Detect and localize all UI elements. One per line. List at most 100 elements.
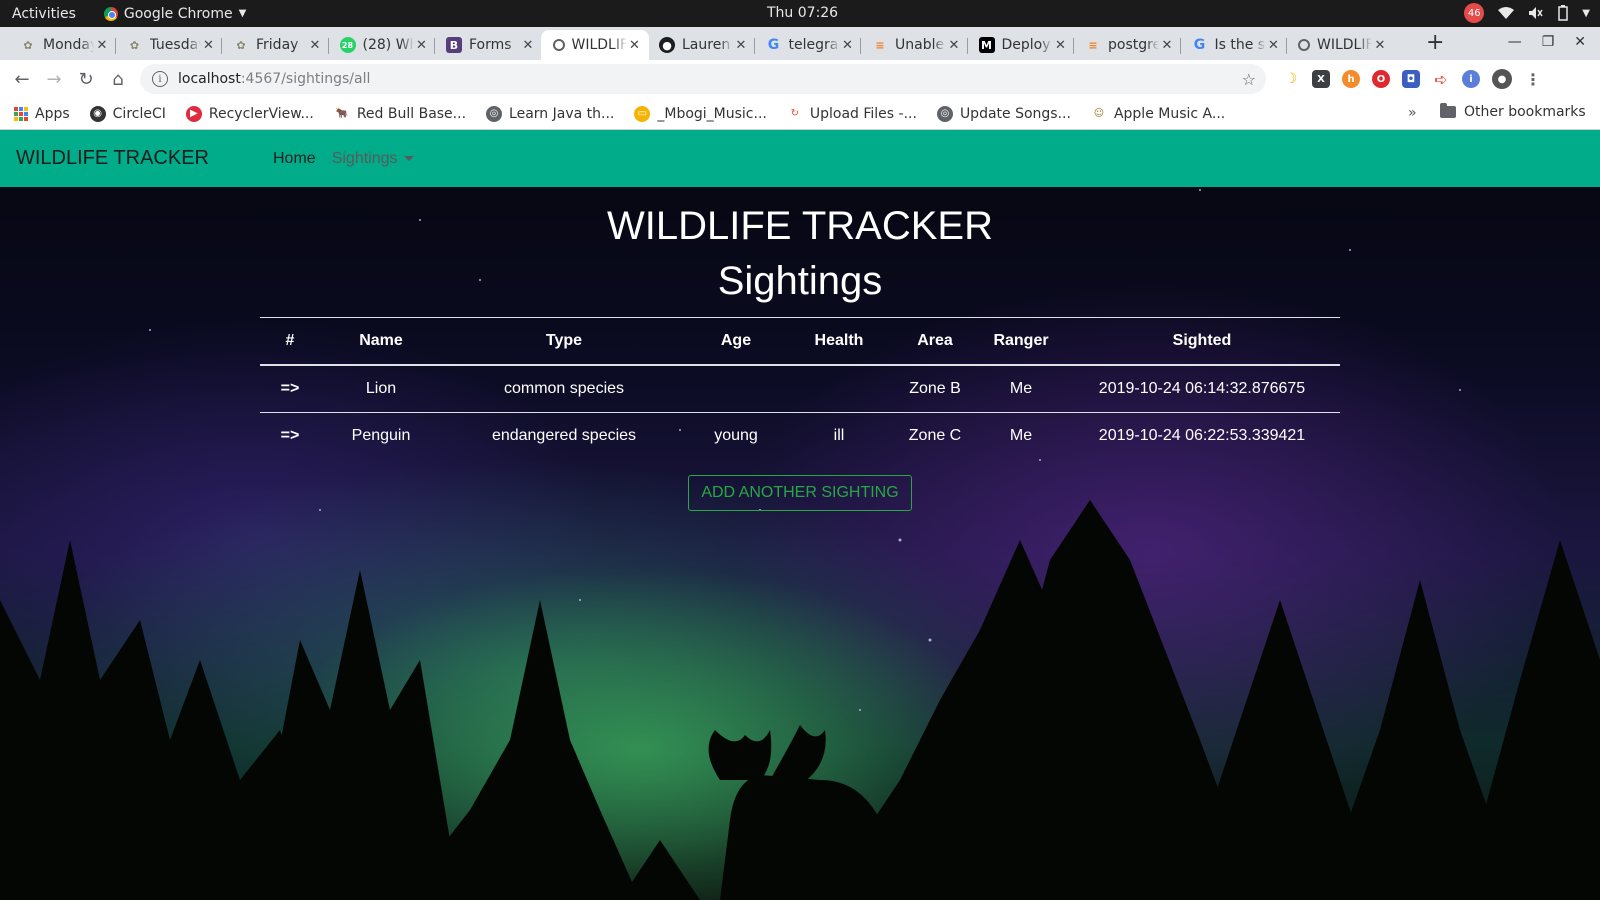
robot-extension-icon[interactable]: ◘ xyxy=(1402,70,1420,88)
stackoverflow-icon: ≡ xyxy=(875,38,885,52)
table-cell: Penguin xyxy=(320,412,442,459)
tab-title: Friday xyxy=(256,37,299,53)
browser-tab[interactable]: ● Lauren ✕ xyxy=(647,30,755,60)
new-tab-button[interactable]: + xyxy=(1426,32,1444,54)
tab-close-icon[interactable]: ✕ xyxy=(307,38,323,53)
opera-extension-icon[interactable]: O xyxy=(1372,70,1390,88)
activities-button[interactable]: Activities xyxy=(12,6,76,22)
tab-close-icon[interactable]: ✕ xyxy=(1266,38,1282,53)
tab-title: (28) WhatsApp xyxy=(362,37,414,53)
chevron-down-icon: ▼ xyxy=(238,8,247,19)
tab-title: Lauren xyxy=(682,37,731,53)
maximize-icon[interactable]: ❐ xyxy=(1542,34,1555,50)
notification-badge[interactable]: 46 xyxy=(1464,3,1485,23)
person-icon: ☺ xyxy=(1093,108,1105,119)
bootstrap-icon: B xyxy=(446,37,462,53)
x-extension-icon[interactable]: X xyxy=(1312,70,1330,88)
tab-close-icon[interactable]: ✕ xyxy=(627,38,643,53)
bookmark-item[interactable]: ↻ Upload Files -... xyxy=(787,106,917,122)
browser-tab[interactable]: ≡ Unable ✕ xyxy=(860,30,968,60)
table-cell: Zone C xyxy=(892,412,978,459)
browser-tab[interactable]: Gtelegram✕ xyxy=(753,30,862,60)
bookmark-label: CircleCI xyxy=(112,105,166,122)
nav-home-link[interactable]: Home xyxy=(273,150,316,168)
bookmark-item[interactable]: ◎ Update Songs... xyxy=(936,105,1071,122)
medium-icon: M xyxy=(978,37,995,53)
browser-tab[interactable]: WILDLIFE✕ xyxy=(1286,30,1394,60)
redbull-icon: 🐂 xyxy=(335,108,349,119)
volume-icon xyxy=(1529,7,1543,19)
tab-title: Unable xyxy=(895,37,945,53)
bookmark-label: Apps xyxy=(35,105,70,122)
kebab-menu-icon[interactable]: ⋮ xyxy=(1524,70,1542,89)
bookmark-star-icon[interactable]: ☆ xyxy=(1242,70,1256,89)
browser-tab[interactable]: M Deploy ✕ xyxy=(966,30,1075,60)
app-menu[interactable]: Google Chrome ▼ xyxy=(103,6,247,22)
extensions: ☽ X h O ◘ ➪ i ● ⋮ xyxy=(1282,69,1542,89)
browser-tab[interactable]: B Forms ✕ xyxy=(434,30,542,60)
clock[interactable]: Thu 07:26 xyxy=(767,5,838,21)
tab-close-icon[interactable]: ✕ xyxy=(201,38,217,53)
tab-close-icon[interactable]: ✕ xyxy=(946,38,962,53)
browser-tab[interactable]: ✿ Tuesday✕ xyxy=(114,30,223,60)
browser-tab[interactable]: ✿ Friday ✕ xyxy=(221,30,329,60)
night-mode-extension-icon[interactable]: ☽ xyxy=(1282,70,1300,88)
tab-close-icon[interactable]: ✕ xyxy=(1159,38,1175,53)
honey-extension-icon[interactable]: h xyxy=(1342,70,1360,88)
browser-tab[interactable]: ✿ Monday ✕ xyxy=(8,30,116,60)
tab-close-icon[interactable]: ✕ xyxy=(94,38,110,53)
tab-close-icon[interactable]: ✕ xyxy=(840,38,856,53)
tab-close-icon[interactable]: ✕ xyxy=(1053,38,1069,53)
leaf-icon: ✿ xyxy=(236,38,246,52)
site-brand[interactable]: WILDLIFE TRACKER xyxy=(16,147,209,170)
bookmarks-overflow-button[interactable]: » xyxy=(1408,105,1417,121)
forward-icon[interactable]: → xyxy=(38,69,70,90)
address-bar[interactable]: i localhost :4567/sightings/all ☆ xyxy=(140,64,1266,94)
bookmark-label: Red Bull Base... xyxy=(356,105,467,122)
back-icon[interactable]: ← xyxy=(6,69,38,90)
column-header: # xyxy=(260,317,320,366)
reload-icon[interactable]: ↻ xyxy=(70,69,102,90)
bookmark-item[interactable]: ▶ RecyclerView... xyxy=(185,105,314,122)
table-cell: Zone B xyxy=(909,380,961,397)
bookmark-item[interactable]: ◉ CircleCI xyxy=(89,105,166,122)
tab-close-icon[interactable]: ✕ xyxy=(414,38,430,53)
other-bookmarks-folder[interactable]: Other bookmarks xyxy=(1440,103,1586,120)
chrome-icon xyxy=(103,6,118,21)
profile-avatar[interactable]: ● xyxy=(1492,69,1512,89)
globe-icon: ◎ xyxy=(936,105,953,122)
add-sighting-button[interactable]: ADD ANOTHER SIGHTING xyxy=(688,475,912,511)
github-icon: ● xyxy=(659,37,675,53)
bookmark-item[interactable]: ☺ Apple Music A... xyxy=(1091,106,1226,122)
browser-tab[interactable]: 28 (28) WhatsApp✕ xyxy=(327,30,436,60)
bookmark-item[interactable]: ▭ _Mbogi_Music... xyxy=(634,105,767,122)
minimize-icon[interactable]: — xyxy=(1508,34,1522,50)
bookmark-label: Update Songs... xyxy=(959,105,1071,122)
tab-close-icon[interactable]: ✕ xyxy=(733,38,749,53)
caret-down-icon xyxy=(403,156,414,161)
browser-tab[interactable]: WILDLIFE TRACKER✕ xyxy=(540,30,649,60)
sightings-table: # Name Type Age Health Area Ranger Sighted => Li… xyxy=(260,317,1340,459)
table-cell xyxy=(786,365,892,413)
bookmark-item[interactable]: 🐂 Red Bull Base... xyxy=(334,106,466,122)
share-extension-icon[interactable]: ➪ xyxy=(1432,70,1450,89)
tab-title: WILDLIFE TRACKER xyxy=(571,37,627,53)
close-window-icon[interactable]: ✕ xyxy=(1574,34,1586,50)
home-icon[interactable]: ⌂ xyxy=(102,69,134,90)
tab-close-icon[interactable]: ✕ xyxy=(520,38,536,53)
system-tray[interactable]: 46 ▼ xyxy=(1464,3,1590,23)
info-extension-icon[interactable]: i xyxy=(1462,70,1480,88)
site-info-icon[interactable]: i xyxy=(152,71,168,87)
browser-tab[interactable]: ≡ postgres✕ xyxy=(1073,30,1181,60)
tab-close-icon[interactable]: ✕ xyxy=(1372,38,1388,53)
main-content: WILDLIFE TRACKER Sightings # Name Type Age H… xyxy=(260,187,1340,511)
stackoverflow-icon: ≡ xyxy=(1088,38,1098,52)
column-header: Sighted xyxy=(1064,317,1340,366)
tab-title: Tuesday xyxy=(149,37,201,53)
bookmark-item[interactable]: ◎ Learn Java th... xyxy=(486,105,614,122)
bookmark-item[interactable]: Apps xyxy=(14,106,70,122)
browser-tab[interactable]: G Is the s ✕ xyxy=(1179,30,1288,60)
nav-sightings-dropdown[interactable]: Sightings xyxy=(332,150,414,168)
url-path: :4567/sightings/all xyxy=(240,71,371,87)
nav-sightings-label: Sightings xyxy=(331,149,398,167)
